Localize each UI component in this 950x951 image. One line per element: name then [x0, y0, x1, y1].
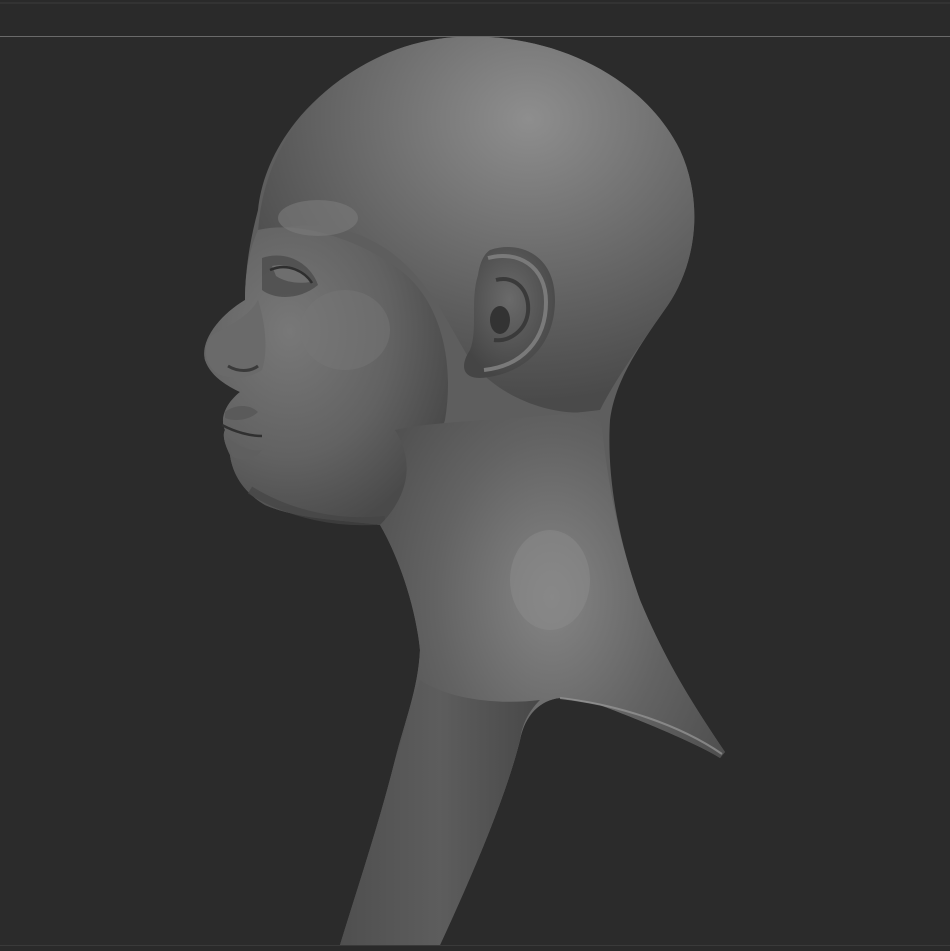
viewport-bottom-edge	[0, 945, 950, 951]
sculpted-head-model[interactable]	[0, 37, 950, 945]
neck-highlight	[510, 530, 590, 630]
cheek-highlight	[300, 290, 390, 370]
app-window	[0, 0, 950, 951]
chest	[340, 680, 540, 945]
brow-highlight	[278, 200, 358, 236]
sculpt-viewport[interactable]	[0, 37, 950, 945]
toolbar-edge	[0, 2, 950, 4]
top-toolbar-strip	[0, 0, 950, 36]
ear-canal	[490, 306, 510, 334]
